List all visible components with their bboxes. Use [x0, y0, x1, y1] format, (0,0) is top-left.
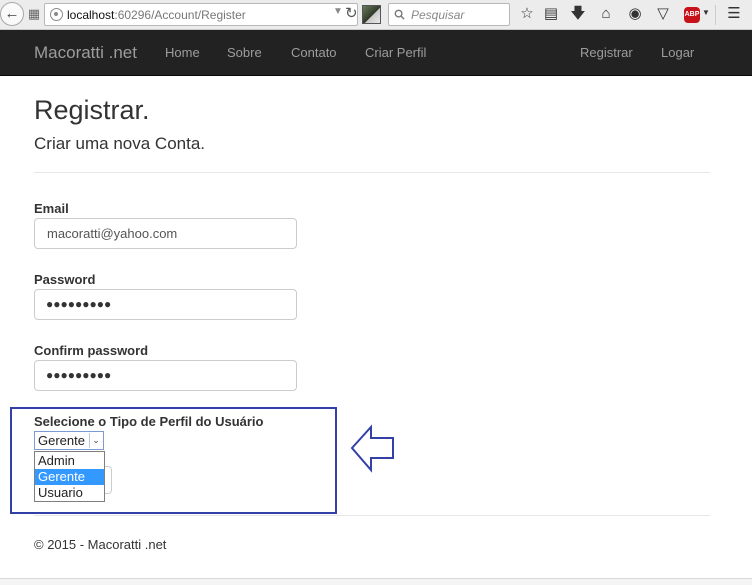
home-icon[interactable]: ⌂ [596, 4, 616, 24]
brand-link[interactable]: Macoratti .net [34, 43, 137, 63]
confirm-password-label: Confirm password [34, 343, 149, 358]
adblock-menu-caret-icon[interactable]: ▼ [702, 8, 710, 17]
search-icon [394, 9, 405, 20]
nav-logar[interactable]: Logar [661, 45, 694, 60]
title-divider [34, 172, 710, 173]
download-icon[interactable]: 🡇 [568, 4, 588, 24]
status-strip [0, 578, 752, 585]
nav-registrar[interactable]: Registrar [580, 45, 633, 60]
password-field[interactable]: ●●●●●●●●● [34, 289, 297, 320]
submit-button-partial[interactable] [104, 466, 112, 494]
nav-criar-perfil[interactable]: Criar Perfil [365, 45, 426, 60]
page-title: Registrar. [34, 95, 150, 125]
hamburger-menu-icon[interactable]: ☰ [724, 4, 744, 24]
email-field[interactable]: macoratti@yahoo.com [34, 218, 297, 249]
pocket-icon[interactable]: ▽ [653, 4, 673, 24]
page-subtitle: Criar uma nova Conta. [34, 134, 206, 153]
adblock-icon[interactable]: ABP [684, 7, 700, 23]
site-navbar: Macoratti .net Home Sobre Contato Criar … [0, 30, 752, 76]
email-label: Email [34, 201, 69, 216]
nav-contato[interactable]: Contato [291, 45, 337, 60]
profile-options-list: Admin Gerente Usuario [34, 451, 105, 502]
left-arrow-icon [350, 424, 394, 473]
password-value: ●●●●●●●●● [46, 297, 112, 311]
profile-type-label: Selecione o Tipo de Perfil do Usuário [34, 414, 264, 429]
profile-selected-value: Gerente [38, 433, 85, 448]
search-placeholder: Pesquisar [411, 8, 465, 22]
option-admin[interactable]: Admin [35, 453, 104, 469]
address-bar[interactable]: localhost:60296/Account/Register ▼ ↻ [44, 3, 358, 26]
search-bar[interactable]: Pesquisar [388, 3, 510, 26]
bookmark-star-icon[interactable]: ☆ [517, 4, 537, 24]
option-gerente[interactable]: Gerente [35, 469, 104, 485]
confirm-password-value: ●●●●●●●●● [46, 368, 112, 382]
toolbar-divider [715, 5, 716, 25]
option-usuario[interactable]: Usuario [35, 485, 104, 501]
chat-icon[interactable]: ◉ [625, 4, 645, 24]
pages-icon[interactable]: ▦ [26, 6, 42, 22]
browser-toolbar: ← ▦ localhost:60296/Account/Register ▼ ↻… [0, 0, 752, 30]
confirm-password-field[interactable]: ●●●●●●●●● [34, 360, 297, 391]
globe-icon [50, 8, 63, 21]
footer-divider [34, 515, 710, 516]
url-path: :60296/Account/Register [114, 8, 246, 22]
reload-icon[interactable]: ↻ [345, 4, 358, 22]
nav-home[interactable]: Home [165, 45, 200, 60]
clipboard-icon[interactable]: ▤ [541, 4, 561, 24]
url-host: localhost [67, 8, 115, 22]
chevron-down-icon[interactable]: ⌄ [89, 433, 102, 448]
chevron-down-icon[interactable]: ▼ [333, 6, 343, 17]
extension-icon[interactable] [362, 5, 381, 24]
nav-sobre[interactable]: Sobre [227, 45, 262, 60]
password-label: Password [34, 272, 96, 287]
back-arrow-icon[interactable]: ← [0, 2, 24, 26]
footer-copyright: © 2015 - Macoratti .net [34, 537, 167, 552]
profile-type-select[interactable]: Gerente ⌄ [34, 431, 104, 450]
url-text[interactable]: localhost:60296/Account/Register [67, 8, 246, 22]
